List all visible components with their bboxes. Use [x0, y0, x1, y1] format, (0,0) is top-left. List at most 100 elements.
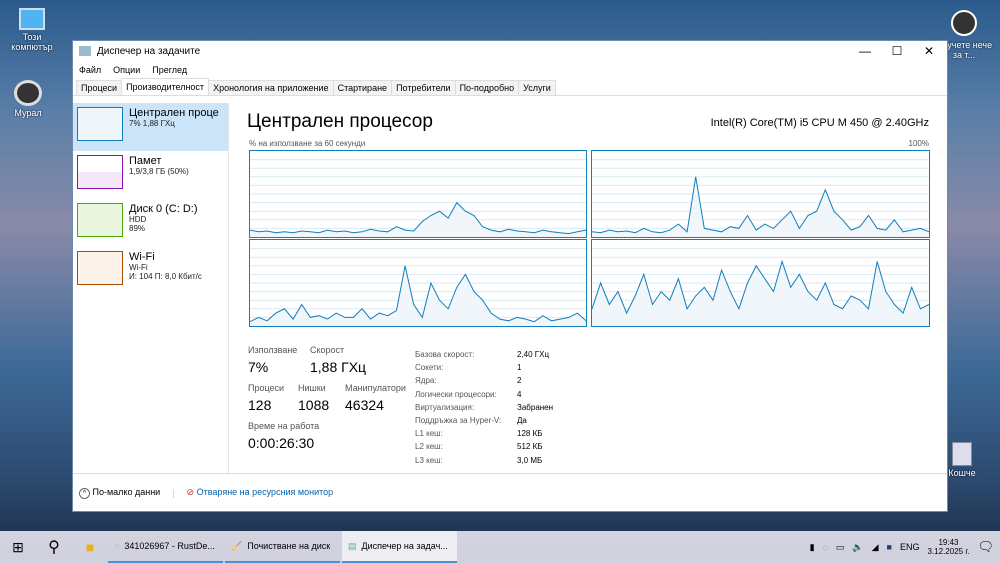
- memory-thumbnail: [77, 155, 123, 189]
- language-indicator[interactable]: ENG: [900, 542, 920, 552]
- cpu-model: Intel(R) Core(TM) i5 CPU M 450 @ 2.40GHz: [710, 117, 929, 129]
- cpu-graph-svg: [592, 248, 929, 326]
- cpu-panel: Централен процесор Intel(R) Core(TM) i5 …: [247, 103, 931, 475]
- rustdesk-icon: ◌: [114, 541, 120, 551]
- property-value: 128 КБ: [517, 429, 543, 439]
- property-label: Логически процесори:: [415, 389, 497, 399]
- taskbar-app-rustdesk[interactable]: ◌ 341026967 - RustDe...: [108, 531, 223, 563]
- property-label: L2 кеш:: [415, 442, 443, 452]
- chevron-up-icon: ^: [79, 487, 90, 499]
- cpu-graph-0: [249, 150, 587, 238]
- tab-processes[interactable]: Процеси: [76, 80, 123, 95]
- property-value: 1: [517, 363, 522, 373]
- maximize-button[interactable]: ☐: [881, 41, 913, 61]
- rustdesk-tray-icon[interactable]: ◌: [823, 542, 828, 552]
- file-explorer-icon[interactable]: ■: [72, 539, 108, 555]
- cpu-graph-1: [591, 150, 930, 238]
- threads-value: 1088: [298, 397, 330, 413]
- wifi-icon[interactable]: ◢: [872, 542, 879, 553]
- property-value: 2: [517, 376, 522, 386]
- close-button[interactable]: ✕: [913, 41, 945, 61]
- disk-cleanup-icon: 🧹: [231, 540, 243, 551]
- taskbar: ⊞ ⚲ ■ ◌ 341026967 - RustDe... 🧹 Почистване…: [0, 531, 1000, 563]
- sidebar-item-wifi[interactable]: Wi-Fi Wi-Fi И: 104 П: 8,0 Кбит/с: [73, 247, 228, 295]
- property-label: Сокети:: [415, 363, 444, 373]
- tab-bar: Процеси Производителност Хронология на п…: [73, 78, 947, 96]
- cpu-graph-svg: [250, 248, 586, 326]
- task-manager-icon: ▤: [348, 540, 357, 551]
- uptime-label: Време на работа: [248, 421, 320, 431]
- tab-details[interactable]: По-подробно: [454, 80, 520, 95]
- threads-label: Нишки: [298, 383, 326, 393]
- cpu-graph-3: [591, 239, 930, 327]
- minimize-button[interactable]: —: [849, 41, 881, 61]
- recycle-bin-icon: [952, 442, 972, 466]
- tab-users[interactable]: Потребители: [391, 80, 456, 95]
- property-value: 512 КБ: [517, 442, 543, 452]
- taskbar-app-disk-cleanup[interactable]: 🧹 Почистване на диск: [225, 531, 340, 563]
- menu-options[interactable]: Опции: [113, 65, 140, 75]
- property-value: Да: [517, 416, 527, 425]
- task-manager-window: Диспечер на задачите — ☐ ✕ Файл Опции Пр…: [72, 40, 948, 512]
- menu-view[interactable]: Преглед: [152, 65, 187, 75]
- network-icon[interactable]: ▭: [836, 542, 845, 553]
- tab-app-history[interactable]: Хронология на приложение: [208, 80, 334, 95]
- handles-value: 46324: [345, 397, 384, 413]
- title-bar: Диспечер на задачите: [73, 41, 947, 61]
- app-icon: [79, 46, 91, 56]
- taskbar-app-task-manager[interactable]: ▤ Диспечер на задач...: [342, 531, 457, 563]
- menu-file[interactable]: Файл: [79, 65, 101, 75]
- property-label: Виртуализация:: [415, 402, 475, 412]
- tab-startup[interactable]: Стартиране: [332, 80, 393, 95]
- resource-monitor-icon: ⊘: [186, 487, 195, 497]
- volume-icon[interactable]: 🔈: [852, 542, 863, 553]
- usage-area: [592, 261, 929, 326]
- property-value: 4: [517, 389, 522, 399]
- cpu-thumbnail: [77, 107, 123, 141]
- uptime-value: 0:00:26:30: [248, 435, 315, 451]
- tab-performance[interactable]: Производителност: [121, 78, 210, 95]
- property-label: Базова скорост:: [415, 350, 475, 359]
- tray-overflow-icon[interactable]: ▮: [810, 542, 815, 553]
- axis-max: 100%: [908, 139, 929, 148]
- sidebar-item-memory[interactable]: Памет 1,9/3,8 ГБ (50%): [73, 151, 228, 199]
- clock[interactable]: 19:43 3.12.2025 г.: [928, 538, 970, 556]
- axis-label: % на използване за 60 секунди: [249, 139, 366, 148]
- speed-label: Скорост: [310, 345, 345, 355]
- desktop-icon-this-pc[interactable]: Този компютър: [2, 8, 62, 52]
- defender-icon[interactable]: ■: [887, 542, 892, 552]
- footer: ^ По-малко данни | ⊘ Отваряне на ресурсн…: [73, 473, 947, 511]
- search-icon[interactable]: ⚲: [36, 537, 72, 557]
- cpu-graph-2: [249, 239, 587, 327]
- picture-icon: [951, 10, 977, 36]
- property-label: Ядра:: [415, 376, 437, 386]
- sidebar-item-cpu[interactable]: Централен проце 7% 1,88 ГХц: [73, 103, 228, 151]
- monitor-icon: [19, 8, 45, 30]
- start-button[interactable]: ⊞: [0, 539, 36, 556]
- property-value: 2,40 ГХц: [517, 350, 550, 359]
- sidebar-item-disk[interactable]: Диск 0 (C: D:) HDD 89%: [73, 199, 228, 247]
- property-value: 3,0 МБ: [517, 455, 543, 465]
- cpu-graph-svg: [250, 159, 586, 237]
- fewer-details-button[interactable]: ^ По-малко данни: [79, 487, 160, 499]
- resource-sidebar: Централен проце 7% 1,88 ГХц Памет 1,9/3,8 …: [73, 103, 229, 475]
- processes-label: Процеси: [248, 383, 285, 393]
- property-label: L1 кеш:: [415, 429, 443, 439]
- usage-value: 7%: [248, 359, 269, 375]
- wifi-thumbnail: [77, 251, 123, 285]
- speed-value: 1,88 ГХц: [310, 359, 367, 375]
- tab-services[interactable]: Услуги: [518, 80, 556, 95]
- desktop-icon-mural[interactable]: Мурал: [0, 80, 58, 118]
- usage-label: Използване: [248, 345, 298, 355]
- property-label: Поддръжка за Hyper-V:: [415, 416, 502, 425]
- processes-value: 128: [248, 397, 272, 413]
- notifications-icon[interactable]: 🗨: [977, 539, 994, 555]
- resource-monitor-link[interactable]: ⊘ Отваряне на ресурсния монитор: [187, 487, 334, 498]
- property-value: Забранен: [517, 402, 554, 412]
- raccoon-icon: [14, 80, 42, 106]
- disk-thumbnail: [77, 203, 123, 237]
- cpu-graph-svg: [592, 159, 929, 237]
- property-label: L3 кеш:: [415, 455, 443, 465]
- menu-bar: Файл Опции Преглед: [73, 61, 947, 79]
- handles-label: Манипулатори: [345, 383, 406, 393]
